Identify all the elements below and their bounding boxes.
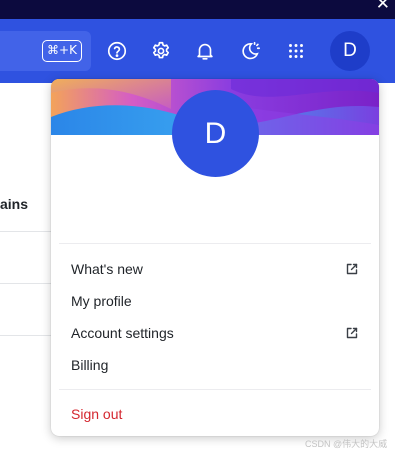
menu-item-label: My profile <box>71 293 132 309</box>
bell-icon[interactable] <box>192 38 218 64</box>
profile-avatar-button[interactable]: D <box>330 31 370 71</box>
menu-item-my-profile[interactable]: My profile <box>51 285 379 317</box>
search-input[interactable]: ⌘+K <box>0 31 91 71</box>
window-title-bar: ✕ <box>0 0 395 19</box>
theme-icon[interactable] <box>237 38 263 64</box>
menu-item-account-settings[interactable]: Account settings <box>51 317 379 349</box>
app-header: ⌘+K D <box>0 19 395 83</box>
external-link-icon <box>345 262 359 276</box>
settings-icon[interactable] <box>148 38 174 64</box>
window-close-icon[interactable]: ✕ <box>376 0 390 13</box>
sign-out-label: Sign out <box>71 406 123 422</box>
menu-item-whats-new[interactable]: What's new <box>51 253 379 285</box>
search-shortcut-badge: ⌘+K <box>42 40 82 62</box>
page-column-header: ains <box>0 196 29 212</box>
menu-divider <box>59 243 371 244</box>
menu-item-label: What's new <box>71 261 143 277</box>
watermark-text: CSDN @伟大的大威 <box>305 439 388 449</box>
profile-dropdown-menu: D What's new My profile Account settings… <box>51 79 379 436</box>
help-icon[interactable] <box>104 38 130 64</box>
menu-divider <box>59 389 371 390</box>
menu-item-label: Account settings <box>71 325 174 341</box>
apps-grid-icon[interactable] <box>283 38 309 64</box>
external-link-icon <box>345 326 359 340</box>
sign-out-button[interactable]: Sign out <box>51 398 379 430</box>
menu-item-label: Billing <box>71 357 109 373</box>
profile-avatar-large: D <box>172 90 259 177</box>
table-divider <box>0 335 52 336</box>
table-divider <box>0 231 52 232</box>
table-divider <box>0 283 52 284</box>
menu-item-billing[interactable]: Billing <box>51 349 379 381</box>
